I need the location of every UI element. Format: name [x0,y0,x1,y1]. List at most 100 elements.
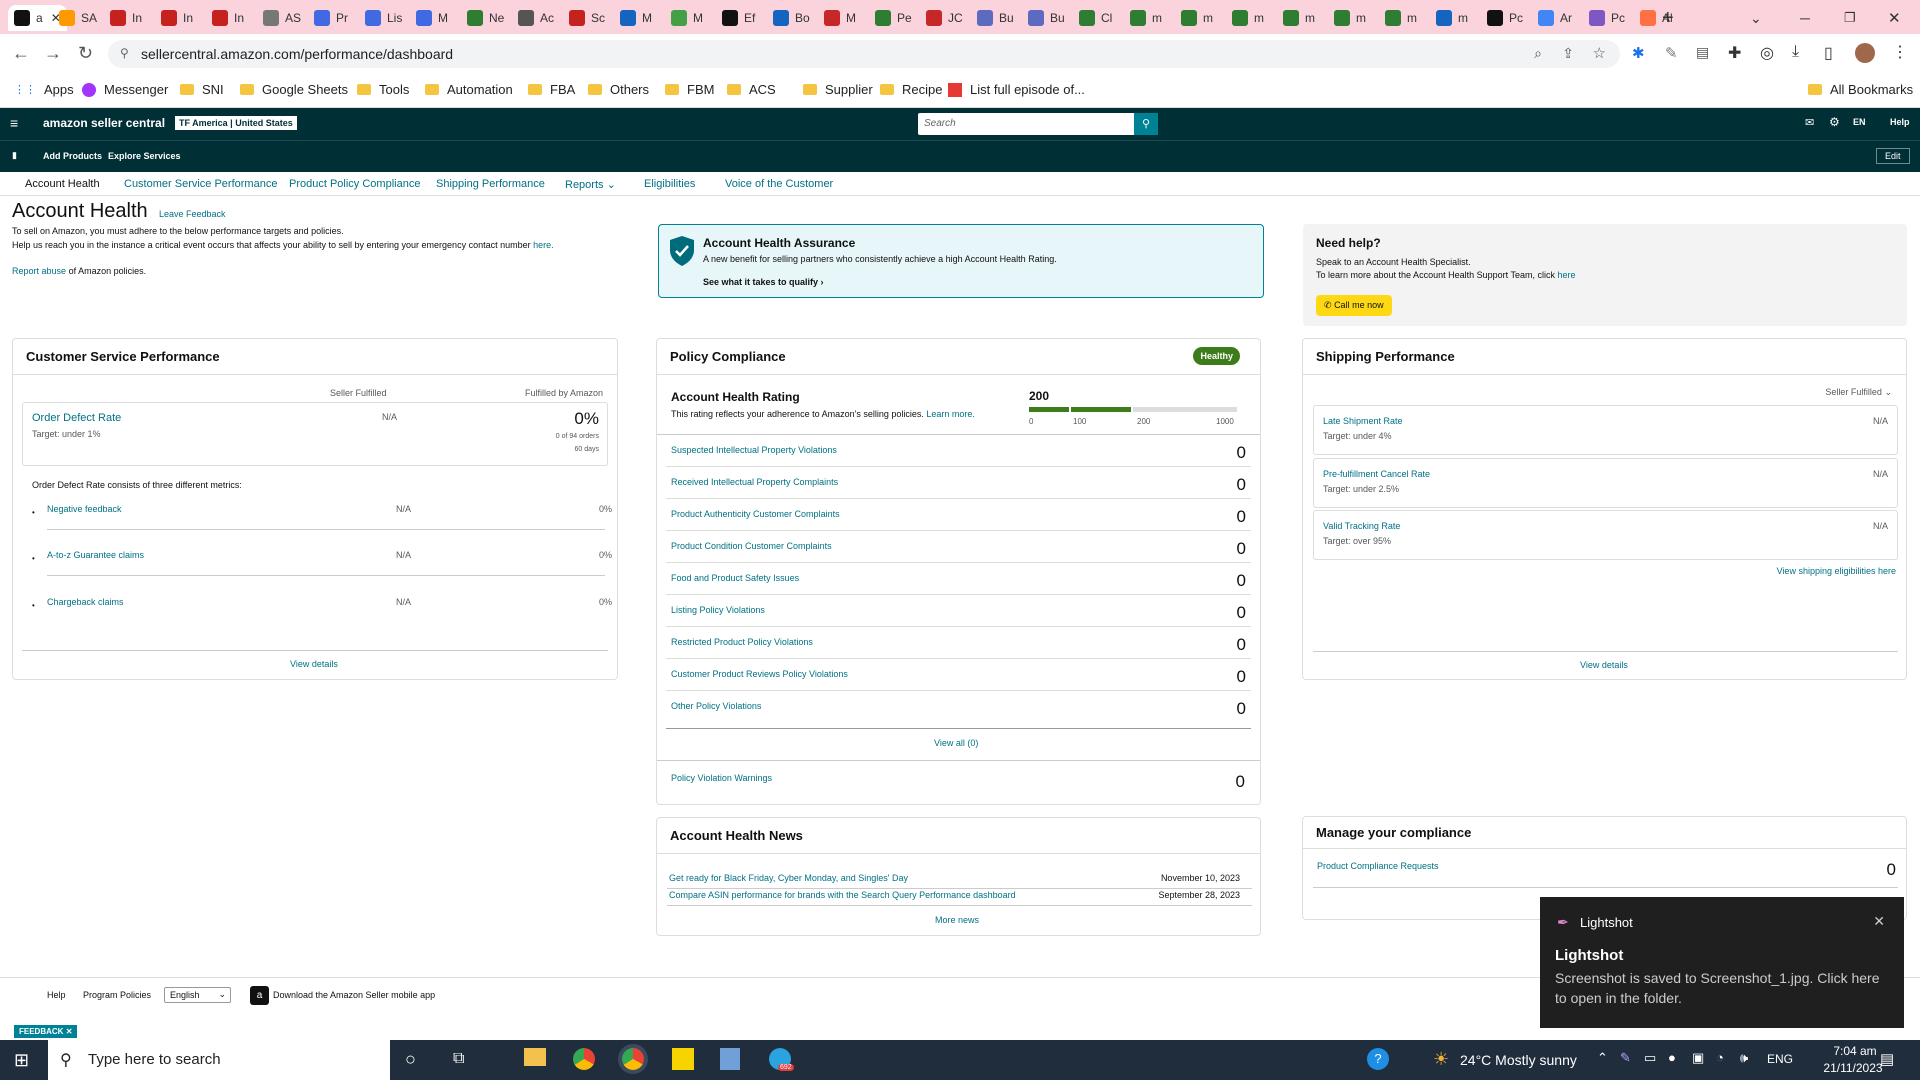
shipping-eligibilities-link[interactable]: View shipping eligibilities here [1777,566,1896,576]
browser-tab[interactable]: m [1181,5,1213,31]
notification-center-icon[interactable]: ▤ [1880,1050,1894,1068]
leave-feedback-link[interactable]: Leave Feedback [159,209,226,219]
bookmark-item[interactable]: Automation [425,82,513,97]
browser-tab[interactable]: M [416,5,448,31]
url-field[interactable]: ⚲ sellercentral.amazon.com/performance/d… [108,40,1620,68]
more-news-link[interactable]: More news [935,915,979,925]
calculator-icon[interactable] [720,1048,740,1070]
policy-warnings-link[interactable]: Policy Violation Warnings [671,773,772,783]
forward-icon[interactable]: → [44,43,62,64]
browser-tab[interactable]: In [110,5,142,31]
tab-customer-service[interactable]: Customer Service Performance [124,178,277,190]
search-icon[interactable]: ⚲ [1134,113,1158,135]
browser-tab[interactable]: Pe [875,5,912,31]
browser-tab[interactable]: Cl [1079,5,1112,31]
extension-icon[interactable]: ▤ [1696,44,1709,61]
download-icon[interactable]: ⤓ [1792,43,1799,61]
mobile-app-link[interactable]: Download the Amazon Seller mobile app [273,990,435,1000]
logo[interactable]: amazon seller central [43,116,165,130]
help-link[interactable]: Help [1890,117,1910,127]
tab-product-policy[interactable]: Product Policy Compliance [289,178,420,190]
extension-icon[interactable]: ◎ [1760,43,1774,63]
seller-app-icon[interactable]: a [250,986,269,1005]
taskbar-search-input[interactable]: ⚲ Type here to search [48,1040,390,1080]
atoz-claims-link[interactable]: A-to-z Guarantee claims [47,550,144,560]
browser-menu-icon[interactable]: ⋮ [1892,42,1908,62]
browser-tab[interactable]: Pr [314,5,348,31]
close-icon[interactable]: ✕ [1873,913,1885,930]
policy-item-link[interactable]: Listing Policy Violations [671,605,765,615]
shipping-view-details-link[interactable]: View details [1580,660,1628,670]
all-bookmarks[interactable]: All Bookmarks [1808,82,1913,97]
news-item-link[interactable]: Compare ASIN performance for brands with… [669,890,1016,900]
browser-tab[interactable]: Ac [518,5,554,31]
gear-icon[interactable]: ⚙ [1829,115,1840,129]
browser-tab[interactable]: m [1232,5,1264,31]
browser-tab[interactable]: m [1130,5,1162,31]
input-language[interactable]: ENG [1767,1052,1793,1066]
browser-tab[interactable]: Pc [1589,5,1625,31]
call-me-now-button[interactable]: ✆ Call me now [1316,295,1392,316]
tab-search-icon[interactable]: ⌄ [1750,5,1762,31]
emergency-contact-link[interactable]: here. [533,240,554,250]
cortana-icon[interactable]: ○ [405,1049,416,1070]
bookmark-item[interactable]: Messenger [82,82,168,97]
report-abuse-link[interactable]: Report abuse [12,266,66,276]
reload-icon[interactable]: ↻ [78,43,93,64]
view-all-link[interactable]: View all (0) [934,738,978,748]
bookmark-icon[interactable]: ▮ [12,150,17,161]
bookmark-item[interactable]: Supplier [803,82,873,97]
odr-link[interactable]: Order Defect Rate [32,412,121,424]
zoom-icon[interactable]: ⌕ [1534,45,1542,62]
notification-toast[interactable]: ✒ Lightshot ✕ Lightshot Screenshot is sa… [1540,897,1904,1028]
fulfillment-filter-dropdown[interactable]: Seller Fulfilled ⌄ [1825,387,1892,398]
bookmark-item[interactable]: FBA [528,82,575,97]
browser-tab[interactable]: m [1436,5,1468,31]
browser-tab[interactable]: SA [59,5,97,31]
site-info-icon[interactable]: ⚲ [120,46,129,60]
extension-icon[interactable]: ✎ [1665,44,1678,62]
back-icon[interactable]: ← [12,43,30,64]
policy-item-link[interactable]: Received Intellectual Property Complaint… [671,477,838,487]
help-icon[interactable]: ? [1367,1048,1389,1070]
sticky-notes-icon[interactable] [672,1048,694,1070]
close-window-icon[interactable]: ✕ [1888,5,1901,31]
language-select[interactable]: EN [1853,117,1866,127]
wifi-icon[interactable]: ◔ [1716,1050,1724,1065]
late-shipment-link[interactable]: Late Shipment Rate [1323,416,1403,426]
bookmark-item[interactable]: Recipe [880,82,942,97]
browser-tab[interactable]: Bo [773,5,810,31]
tab-eligibilities[interactable]: Eligibilities [644,178,695,190]
bookmark-item[interactable]: Tools [357,82,409,97]
weather-text[interactable]: 24°C Mostly sunny [1460,1052,1577,1068]
bookmark-star-icon[interactable]: ☆ [1593,44,1606,62]
explore-services-link[interactable]: Explore Services [108,151,181,161]
compliance-requests-link[interactable]: Product Compliance Requests [1317,861,1439,871]
browser-tab[interactable]: Bu [977,5,1014,31]
browser-tab[interactable]: JC [926,5,963,31]
browser-tab[interactable]: Sc [569,5,605,31]
browser-tab[interactable]: Bu [1028,5,1065,31]
browser-tab[interactable]: Ar [1538,5,1572,31]
hamburger-menu-icon[interactable]: ≡ [10,115,18,131]
browser-tab[interactable]: a ✕ [8,5,67,31]
policy-item-link[interactable]: Product Authenticity Customer Complaints [671,509,840,519]
policy-item-link[interactable]: Customer Product Reviews Policy Violatio… [671,669,848,679]
browser-tab[interactable]: m [1283,5,1315,31]
side-panel-icon[interactable]: ▯ [1824,43,1833,63]
volume-icon[interactable]: 🕪 [1740,1050,1748,1066]
bookmark-item[interactable]: Google Sheets [240,82,348,97]
news-item-link[interactable]: Get ready for Black Friday, Cyber Monday… [669,873,908,883]
tab-reports[interactable]: Reports ⌄ [565,178,616,191]
bookmark-item[interactable]: FBM [665,82,714,97]
browser-tab[interactable]: M [620,5,652,31]
file-explorer-icon[interactable] [524,1048,546,1066]
chrome-icon[interactable] [573,1048,595,1070]
windows-start-icon[interactable]: ⊞ [14,1050,29,1071]
browser-tab[interactable]: In [161,5,193,31]
policy-item-link[interactable]: Other Policy Violations [671,701,761,711]
tray-icon[interactable]: ▭ [1644,1050,1656,1066]
bookmark-item[interactable]: SNI [180,82,224,97]
valid-tracking-link[interactable]: Valid Tracking Rate [1323,521,1400,531]
browser-tab[interactable]: Lis [365,5,402,31]
